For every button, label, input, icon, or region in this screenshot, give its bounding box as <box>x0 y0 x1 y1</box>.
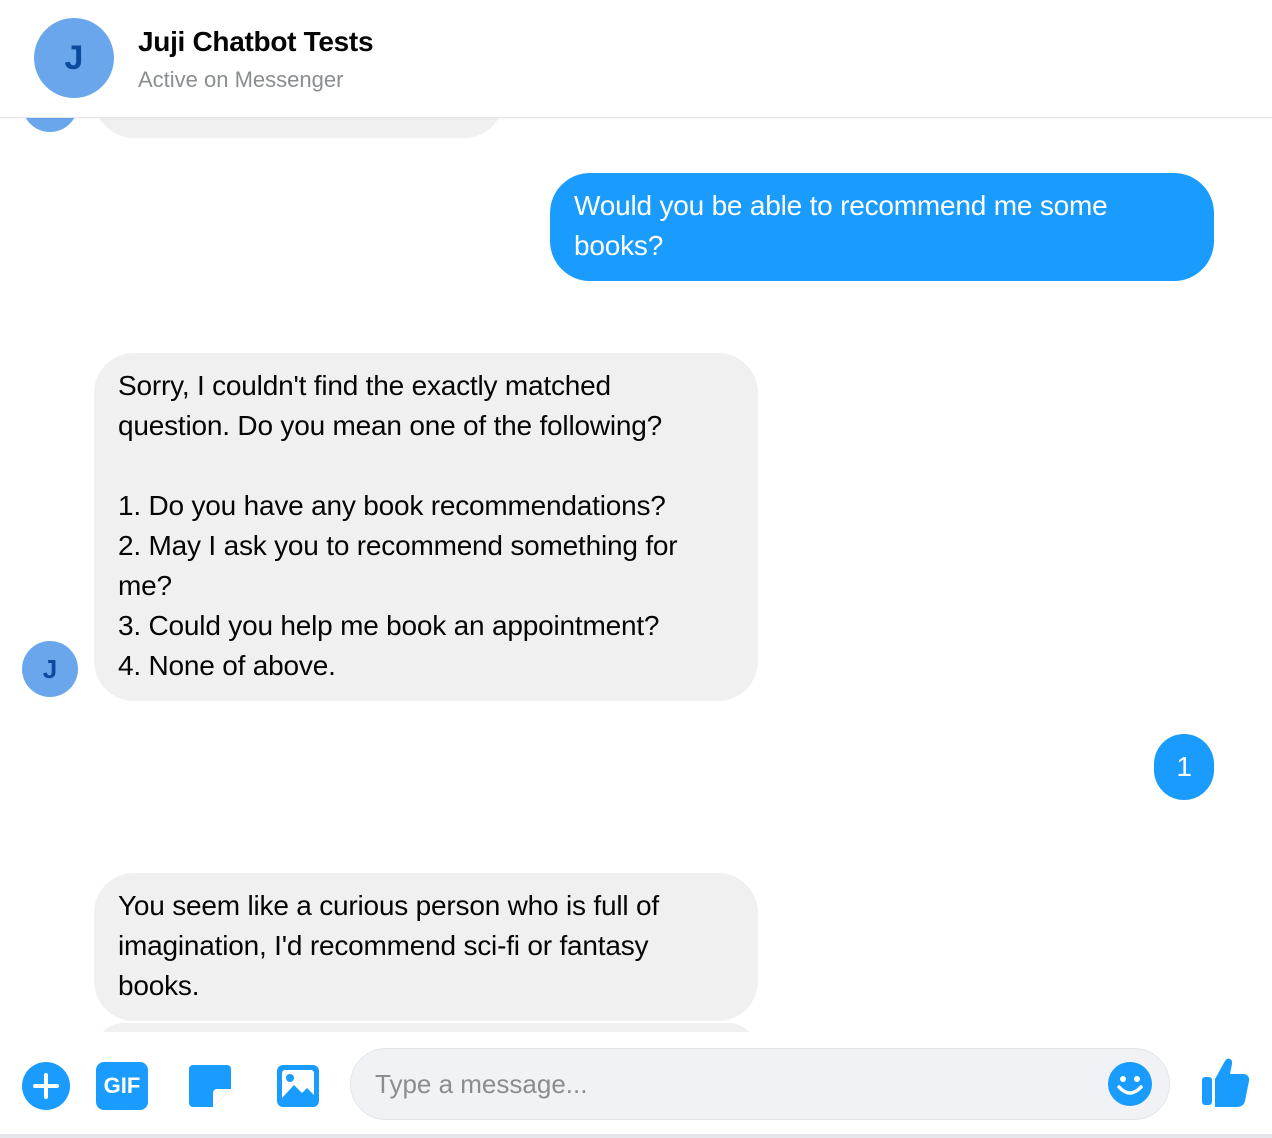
photo-icon[interactable] <box>274 1060 322 1112</box>
gif-icon[interactable]: GIF <box>96 1062 148 1110</box>
plus-circle-icon[interactable] <box>20 1060 72 1112</box>
thumbs-up-icon[interactable] <box>1198 1054 1252 1110</box>
message-composer: GIF <box>0 1032 1272 1138</box>
message-bubble-bot-partial <box>94 1023 758 1032</box>
message-bubble-bot <box>94 118 504 138</box>
message-bubble-user: 1 <box>1154 734 1214 800</box>
bot-avatar: J <box>22 118 78 132</box>
chat-header: J Juji Chatbot Tests Active on Messenger <box>0 0 1272 118</box>
bottom-divider <box>0 1134 1272 1138</box>
smiley-icon[interactable] <box>1107 1061 1153 1107</box>
sticker-icon[interactable] <box>186 1060 234 1112</box>
message-input[interactable] <box>375 1049 1095 1119</box>
header-avatar[interactable]: J <box>34 18 114 98</box>
message-bubble-bot: You seem like a curious person who is fu… <box>94 873 758 1021</box>
message-thread[interactable]: J Would you be able to recommend me some… <box>0 118 1272 1032</box>
message-bubble-user: Would you be able to recommend me some b… <box>550 173 1214 281</box>
message-bubble-bot: Sorry, I couldn't find the exactly match… <box>94 353 758 701</box>
chat-status: Active on Messenger <box>138 67 344 92</box>
bot-avatar: J <box>22 641 78 697</box>
message-input-box[interactable] <box>350 1048 1170 1120</box>
chat-title[interactable]: Juji Chatbot Tests <box>138 26 374 58</box>
